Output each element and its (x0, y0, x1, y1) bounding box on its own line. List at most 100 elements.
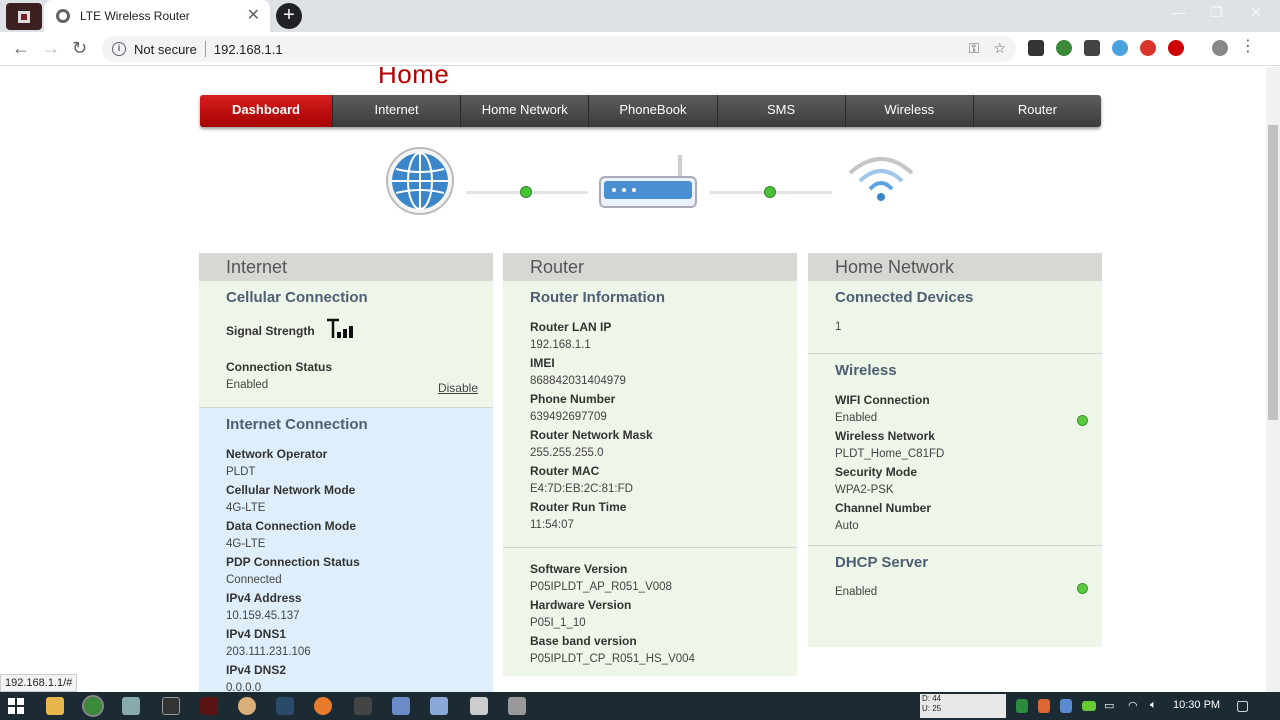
channel-number-value: Auto (835, 520, 859, 532)
network-tool-icon[interactable] (392, 697, 410, 715)
page-scrollbar[interactable] (1266, 67, 1280, 692)
router-mac-label: Router MAC (530, 464, 600, 478)
network-operator-label: Network Operator (226, 447, 328, 461)
hardware-version-value: P05I_1_10 (530, 617, 586, 629)
steam-icon[interactable] (276, 697, 294, 715)
router-icon (599, 155, 697, 208)
address-bar[interactable]: i Not secure 192.168.1.1 ⚿ ☆ (102, 36, 1016, 62)
internet-connection-section: Internet Connection Network Operator PLD… (199, 407, 493, 692)
reload-icon[interactable]: ↻ (72, 38, 87, 58)
imei-value: 868842031404979 (530, 375, 626, 387)
disable-link[interactable]: Disable (438, 381, 478, 395)
volume-icon[interactable]: 🔈︎ (1150, 699, 1157, 712)
cellular-connection-section: Cellular Connection Signal Strength Conn… (199, 281, 493, 407)
router-information-title: Router Information (530, 289, 665, 306)
monitor-app-icon[interactable] (354, 697, 372, 715)
terminal-icon[interactable] (162, 697, 180, 715)
scrollbar-thumb[interactable] (1268, 125, 1278, 420)
network-speed-meter: D: 44 U: 25 (920, 694, 1006, 718)
hook-app-icon[interactable] (314, 697, 332, 715)
notepad-icon[interactable] (430, 697, 448, 715)
extension-stop-icon[interactable] (1168, 40, 1184, 56)
minimize-icon[interactable]: — (1172, 4, 1186, 20)
ipv4-dns1-label: IPv4 DNS1 (226, 627, 287, 641)
file-explorer-icon[interactable] (46, 697, 64, 715)
red-app-icon[interactable] (200, 697, 218, 715)
back-icon[interactable]: ← (12, 38, 30, 58)
imei-label: IMEI (530, 356, 555, 370)
router-run-time-value: 11:54:07 (530, 519, 574, 531)
close-window-icon[interactable]: ✕ (1250, 4, 1262, 21)
connected-devices-title: Connected Devices (835, 289, 974, 306)
forward-icon[interactable]: → (42, 38, 60, 58)
star-icon[interactable]: ☆ (993, 40, 1006, 57)
taskbar-clock[interactable]: 10:30 PM (1173, 699, 1220, 711)
app-menu-icon[interactable] (6, 3, 42, 30)
phone-number-value: 639492697709 (530, 411, 607, 423)
face-app-icon[interactable] (238, 697, 256, 715)
menu-kebab-icon[interactable]: ⋮ (1240, 39, 1256, 56)
profile-avatar-icon[interactable] (1212, 40, 1228, 56)
pdp-connection-status-label: PDP Connection Status (226, 555, 360, 569)
tray-app-icon[interactable] (1016, 699, 1028, 713)
nav-wireless[interactable]: Wireless (846, 95, 974, 127)
router-page: Home Dashboard Internet Home Network Pho… (0, 67, 1266, 692)
tray-nvidia-icon[interactable] (1082, 701, 1096, 711)
nav-phonebook[interactable]: PhoneBook (589, 95, 718, 127)
wifi-connection-value: Enabled (835, 412, 878, 424)
notifications-icon[interactable]: ▢ (1236, 697, 1249, 714)
extension-grammar-icon[interactable] (1112, 40, 1128, 56)
tray-shield-icon[interactable] (1038, 699, 1050, 713)
extension-globe-icon[interactable] (1056, 40, 1072, 56)
router-lan-ip-value: 192.168.1.1 (530, 339, 591, 351)
nav-router[interactable]: Router (974, 95, 1101, 127)
router-run-time-label: Router Run Time (530, 500, 627, 514)
pdp-connection-status-value: Connected (226, 574, 282, 586)
browser-toolbar: ← → ↻ i Not secure 192.168.1.1 ⚿ ☆ ⋮ (0, 32, 1280, 66)
nav-home-network[interactable]: Home Network (461, 95, 590, 127)
upload-speed: U: 25 (922, 704, 942, 713)
browser-tab[interactable]: LTE Wireless Router ✕ (44, 0, 270, 32)
extension-flame-icon[interactable] (1140, 40, 1156, 56)
cellular-network-mode-value: 4G-LTE (226, 502, 266, 514)
internet-panel: Internet Cellular Connection Signal Stre… (199, 253, 493, 692)
extension-cube-icon[interactable] (1028, 40, 1044, 56)
wifi-connection-label: WIFI Connection (835, 393, 930, 407)
connection-diagram (380, 145, 920, 235)
wifi-icon (848, 157, 914, 201)
wifi-tray-icon[interactable]: ◠ (1128, 699, 1138, 712)
channel-number-label: Channel Number (835, 501, 932, 515)
data-connection-mode-label: Data Connection Mode (226, 519, 357, 533)
software-version-value: P05IPLDT_AP_R051_V008 (530, 581, 672, 593)
extension-glasses-icon[interactable] (1084, 40, 1100, 56)
photo-viewer-icon[interactable] (122, 697, 140, 715)
nav-sms[interactable]: SMS (718, 95, 846, 127)
dhcp-server-section: DHCP Server Enabled (808, 545, 1102, 611)
nav-dashboard[interactable]: Dashboard (200, 95, 333, 127)
data-connection-mode-value: 4G-LTE (226, 538, 266, 550)
dhcp-server-value: Enabled (835, 586, 878, 598)
router-lan-ip-label: Router LAN IP (530, 320, 612, 334)
maximize-icon[interactable]: ❐ (1210, 4, 1223, 21)
new-tab-button[interactable]: + (276, 3, 302, 29)
tab-strip: LTE Wireless Router ✕ + — ❐ ✕ (0, 0, 1280, 32)
close-tab-icon[interactable]: ✕ (247, 8, 260, 24)
windows-start-icon[interactable] (8, 698, 24, 714)
connected-devices-section: Connected Devices 1 (808, 281, 1102, 353)
tray-drive-icon[interactable] (1060, 699, 1072, 713)
router-network-mask-value: 255.255.255.0 (530, 447, 604, 459)
calculator-icon[interactable] (470, 697, 488, 715)
connected-devices-value: 1 (835, 321, 842, 333)
battery-icon[interactable]: ▭ (1104, 699, 1114, 712)
connection-status-label: Connection Status (226, 360, 333, 374)
cellular-connection-title: Cellular Connection (226, 289, 368, 306)
url-text[interactable]: 192.168.1.1 (214, 42, 283, 57)
info-icon[interactable]: i (112, 42, 126, 56)
hardware-version-label: Hardware Version (530, 598, 632, 612)
download-speed: D: 44 (922, 694, 942, 703)
router-mac-value: E4:7D:EB:2C:81:FD (530, 483, 633, 495)
tools-icon[interactable] (508, 697, 526, 715)
nav-internet[interactable]: Internet (333, 95, 462, 127)
chrome-icon[interactable] (82, 695, 104, 717)
key-icon[interactable]: ⚿ (969, 40, 980, 57)
